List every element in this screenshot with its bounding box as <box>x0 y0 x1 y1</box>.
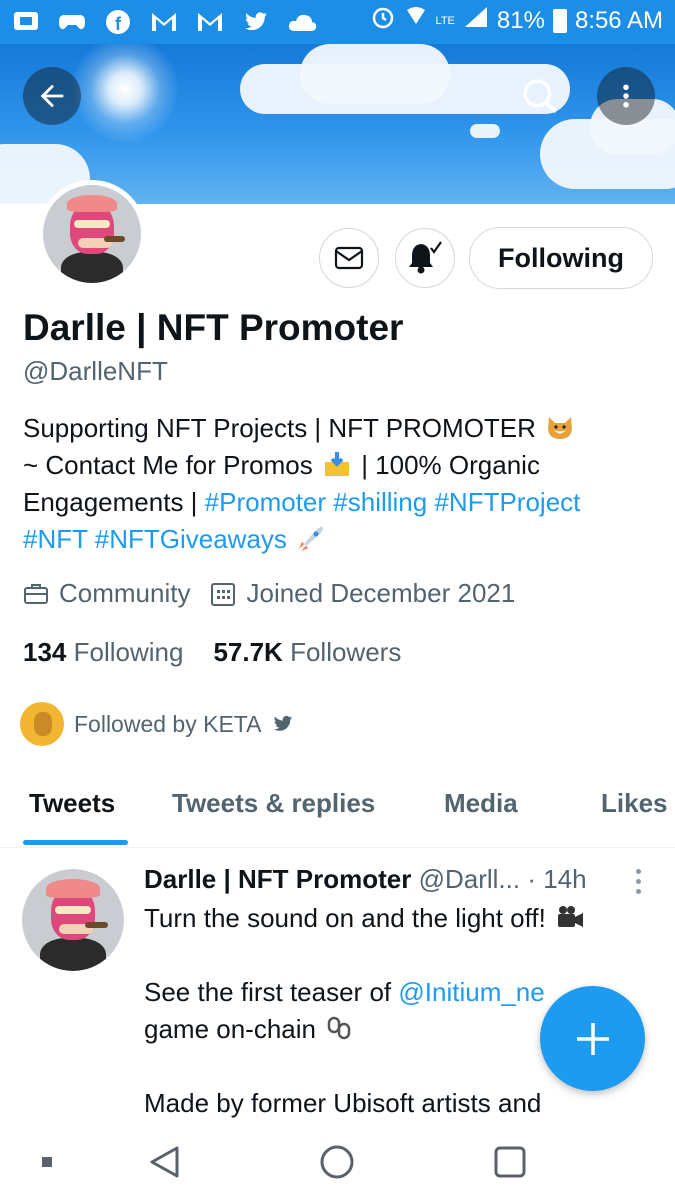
following-stat[interactable]: 134 Following <box>23 637 183 668</box>
profile-name: Darlle | NFT Promoter <box>23 307 404 348</box>
tweet-avatar[interactable] <box>22 869 124 971</box>
system-nav-bar <box>0 1122 675 1200</box>
hashtag-link[interactable]: #NFTGiveaways <box>95 524 287 554</box>
followers-count: 57.7K <box>213 637 283 667</box>
message-button[interactable] <box>319 228 379 288</box>
tab-tweets[interactable]: Tweets <box>29 788 115 819</box>
followers-stat[interactable]: 57.7K Followers <box>213 637 401 668</box>
game-controller-icon <box>56 6 88 38</box>
follower-avatar <box>20 702 64 746</box>
bio-text: | 100% Organic <box>361 450 540 480</box>
clock: 8:56 AM <box>574 6 663 34</box>
compose-tweet-button[interactable] <box>540 986 645 1091</box>
following-button[interactable]: Following <box>469 227 653 289</box>
cloud-icon <box>286 6 318 38</box>
status-bar: f LTE 81% 8:56 AM <box>0 0 675 44</box>
more-options-button[interactable] <box>597 67 655 125</box>
following-stat-label: Following <box>73 637 184 667</box>
search-button[interactable] <box>511 67 569 125</box>
profile-tabs: Tweets Tweets & replies Media Likes <box>0 770 675 848</box>
nav-recents-button[interactable] <box>488 1140 532 1184</box>
alarm-icon <box>370 4 396 37</box>
category: Community <box>23 578 190 609</box>
screen-cast-icon <box>10 6 42 38</box>
system-status: LTE 81% 8:56 AM <box>370 4 663 37</box>
more-vertical-icon <box>623 84 629 108</box>
profile-stats: 134 Following 57.7K Followers <box>23 637 401 668</box>
shiba-dog-emoji-icon <box>548 417 573 439</box>
back-triangle-icon <box>150 1146 179 1178</box>
tweet-header: Darlle | NFT Promoter @Darll... · 14h <box>144 864 587 895</box>
svg-text:f: f <box>115 14 122 34</box>
mention-link[interactable]: @Initium_ne <box>398 977 544 1007</box>
tab-likes[interactable]: Likes <box>601 788 668 819</box>
chain-link-emoji-icon <box>327 1016 351 1040</box>
followed-by-label: Followed by KETA <box>74 710 262 737</box>
home-circle-icon <box>320 1145 354 1179</box>
banner-sun <box>70 44 180 144</box>
movie-camera-emoji-icon <box>558 906 584 927</box>
notifications-button[interactable] <box>395 228 455 288</box>
envelope-icon <box>334 246 364 270</box>
battery-icon <box>552 8 567 33</box>
tweet-text-line: See the first teaser of <box>144 977 392 1007</box>
search-icon <box>523 79 558 114</box>
profile-bio: Supporting NFT Projects | NFT PROMOTER ~… <box>23 410 653 558</box>
followed-by[interactable]: Followed by KETA <box>20 702 295 746</box>
back-button[interactable] <box>23 67 81 125</box>
tweet-author-name[interactable]: Darlle | NFT Promoter <box>144 864 411 894</box>
tab-media[interactable]: Media <box>444 788 518 819</box>
followers-stat-label: Followers <box>290 637 402 667</box>
tab-tweets-replies[interactable]: Tweets & replies <box>172 788 375 819</box>
inbox-tray-emoji-icon <box>324 452 349 476</box>
notification-icons: f <box>10 6 318 38</box>
tweet-text-line: game on-chain <box>144 1014 316 1044</box>
join-date: Joined December 2021 <box>210 578 515 609</box>
small-square-icon <box>42 1157 52 1167</box>
facebook-icon: f <box>102 6 134 38</box>
recents-square-icon <box>494 1146 526 1178</box>
tweet-time: · 14h <box>527 864 587 894</box>
tweet-more-button[interactable] <box>628 866 648 896</box>
nav-menu-button[interactable] <box>25 1140 69 1184</box>
bio-text: Engagements | <box>23 487 198 517</box>
gmail-icon <box>194 6 226 38</box>
tweet-text-line: Made by former Ubisoft artists and <box>144 1088 542 1118</box>
rocket-emoji-icon <box>299 526 324 551</box>
battery-percent: 81% <box>496 6 545 34</box>
profile-meta: Community Joined December 2021 <box>23 578 535 609</box>
following-count: 134 <box>23 637 67 667</box>
category-label: Community <box>59 578 191 608</box>
twitter-icon <box>240 6 272 38</box>
active-tab-indicator <box>23 840 128 845</box>
tweet-text-line: Turn the sound on and the light off! <box>144 903 546 933</box>
hashtag-link[interactable]: #Promoter <box>205 487 326 517</box>
signal-icon <box>463 5 489 36</box>
nav-home-button[interactable] <box>315 1140 359 1184</box>
plus-icon <box>576 1022 609 1055</box>
hashtag-link[interactable]: #NFTProject <box>434 487 580 517</box>
lte-icon: LTE <box>435 14 455 27</box>
gmail-icon <box>148 6 180 38</box>
back-arrow-icon <box>40 84 64 108</box>
avatar-image <box>22 869 124 971</box>
bio-text: ~ Contact Me for Promos <box>23 450 313 480</box>
profile-handle: @DarlleNFT <box>23 356 168 386</box>
calendar-icon <box>211 582 236 606</box>
briefcase-icon <box>24 583 48 604</box>
bell-check-icon <box>409 241 442 274</box>
twitter-bird-icon <box>274 715 293 731</box>
wifi-icon <box>404 4 428 37</box>
bio-text: Supporting NFT Projects | NFT PROMOTER <box>23 413 536 443</box>
profile-avatar[interactable] <box>38 180 146 288</box>
hashtag-link[interactable]: #NFT <box>23 524 88 554</box>
hashtag-link[interactable]: #shilling <box>333 487 427 517</box>
tweet-author-handle: @Darll... <box>418 864 521 894</box>
avatar-image <box>43 185 141 283</box>
join-date-label: Joined December 2021 <box>246 578 516 608</box>
nav-back-button[interactable] <box>142 1140 186 1184</box>
